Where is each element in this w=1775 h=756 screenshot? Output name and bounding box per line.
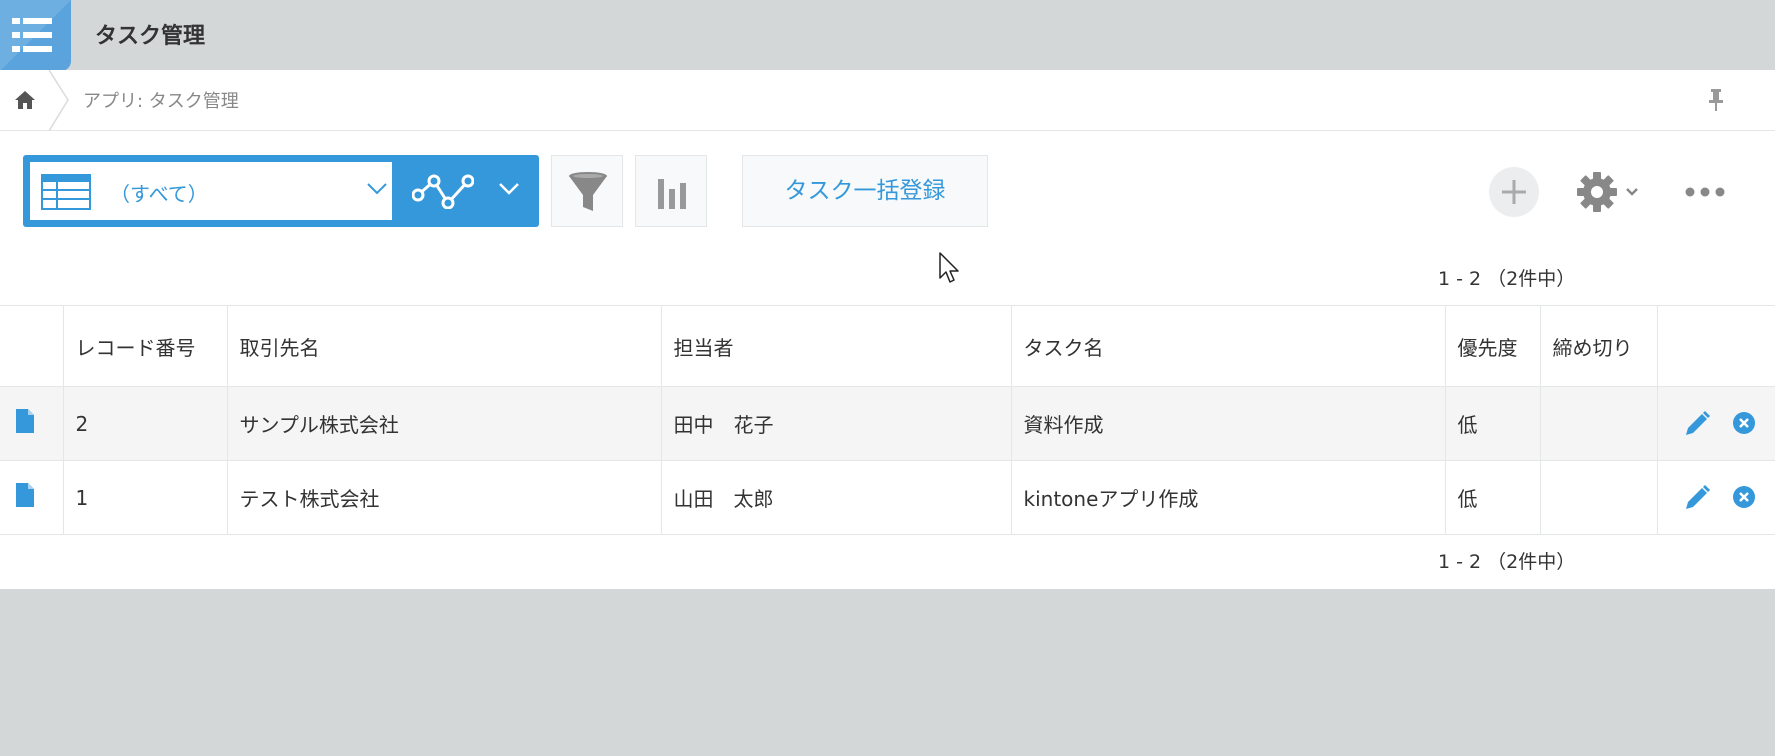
header-actions xyxy=(1657,305,1775,387)
detail-cell[interactable] xyxy=(0,460,64,535)
delete-icon[interactable] xyxy=(1732,411,1756,435)
mouse-cursor-icon xyxy=(939,252,959,283)
cell-record-no: 2 xyxy=(63,386,228,461)
pencil-icon[interactable] xyxy=(1684,485,1710,511)
header-assignee[interactable]: 担当者 xyxy=(661,305,1012,387)
app-list-icon[interactable] xyxy=(0,0,71,71)
cell-client: サンプル株式会社 xyxy=(227,386,662,461)
pin-icon[interactable] xyxy=(1706,88,1726,112)
home-icon[interactable] xyxy=(14,90,36,110)
filter-icon xyxy=(569,172,607,211)
pagination-bottom: 1 - 2 （2件中） xyxy=(1438,551,1576,573)
app-header: タスク管理 xyxy=(0,0,1775,71)
plus-icon xyxy=(1502,180,1526,204)
table-row: 2 サンプル株式会社 田中 花子 資料作成 低 xyxy=(0,386,1775,461)
breadcrumb-separator xyxy=(48,70,69,131)
more-icon[interactable] xyxy=(1684,179,1726,205)
table-header-row: レコード番号 取引先名 担当者 タスク名 優先度 締め切り xyxy=(0,305,1775,387)
cell-task: 資料作成 xyxy=(1011,386,1446,461)
document-icon[interactable] xyxy=(16,483,34,507)
header-detail xyxy=(0,305,64,387)
pagination-top: 1 - 2 （2件中） xyxy=(1438,268,1576,290)
graph-chevron-down-icon[interactable] xyxy=(499,183,519,195)
cell-priority: 低 xyxy=(1445,386,1541,461)
breadcrumb: アプリ: タスク管理 xyxy=(0,70,1775,131)
cell-priority: 低 xyxy=(1445,460,1541,535)
cell-record-no: 1 xyxy=(63,460,228,535)
chevron-down-icon xyxy=(367,183,387,195)
header-task[interactable]: タスク名 xyxy=(1011,305,1446,387)
table-view-icon xyxy=(41,174,91,210)
graph-icon[interactable] xyxy=(412,173,474,209)
pencil-icon[interactable] xyxy=(1684,411,1710,437)
view-selector-group: （すべて） xyxy=(23,155,539,227)
header-record-no[interactable]: レコード番号 xyxy=(63,305,228,387)
gear-icon[interactable] xyxy=(1576,169,1642,215)
table-row: 1 テスト株式会社 山田 太郎 kintoneアプリ作成 低 xyxy=(0,460,1775,535)
view-select-label: （すべて） xyxy=(110,182,208,206)
header-client[interactable]: 取引先名 xyxy=(227,305,662,387)
bulk-register-button[interactable]: タスク一括登録 xyxy=(742,155,988,227)
view-select[interactable]: （すべて） xyxy=(30,162,392,220)
cell-deadline xyxy=(1540,460,1658,535)
detail-cell[interactable] xyxy=(0,386,64,461)
breadcrumb-app-link[interactable]: アプリ: タスク管理 xyxy=(83,87,239,113)
document-icon[interactable] xyxy=(16,409,34,433)
bar-chart-icon xyxy=(658,179,686,209)
cell-client: テスト株式会社 xyxy=(227,460,662,535)
delete-icon[interactable] xyxy=(1732,485,1756,509)
header-deadline[interactable]: 締め切り xyxy=(1540,305,1658,387)
app-title: タスク管理 xyxy=(95,24,206,49)
cell-deadline xyxy=(1540,386,1658,461)
chart-button[interactable] xyxy=(635,155,707,227)
cell-task: kintoneアプリ作成 xyxy=(1011,460,1446,535)
cell-assignee: 山田 太郎 xyxy=(661,460,1012,535)
filter-button[interactable] xyxy=(551,155,623,227)
add-record-button[interactable] xyxy=(1489,167,1539,217)
header-priority[interactable]: 優先度 xyxy=(1445,305,1541,387)
main-panel: （すべて） タスク一括登録 1 - 2 （2件中） レコード番号 取引先名 担当… xyxy=(0,131,1775,589)
action-cell xyxy=(1657,386,1775,461)
record-table: レコード番号 取引先名 担当者 タスク名 優先度 締め切り 2 サンプル株式会社 xyxy=(0,305,1775,535)
action-cell xyxy=(1657,460,1775,535)
cell-assignee: 田中 花子 xyxy=(661,386,1012,461)
